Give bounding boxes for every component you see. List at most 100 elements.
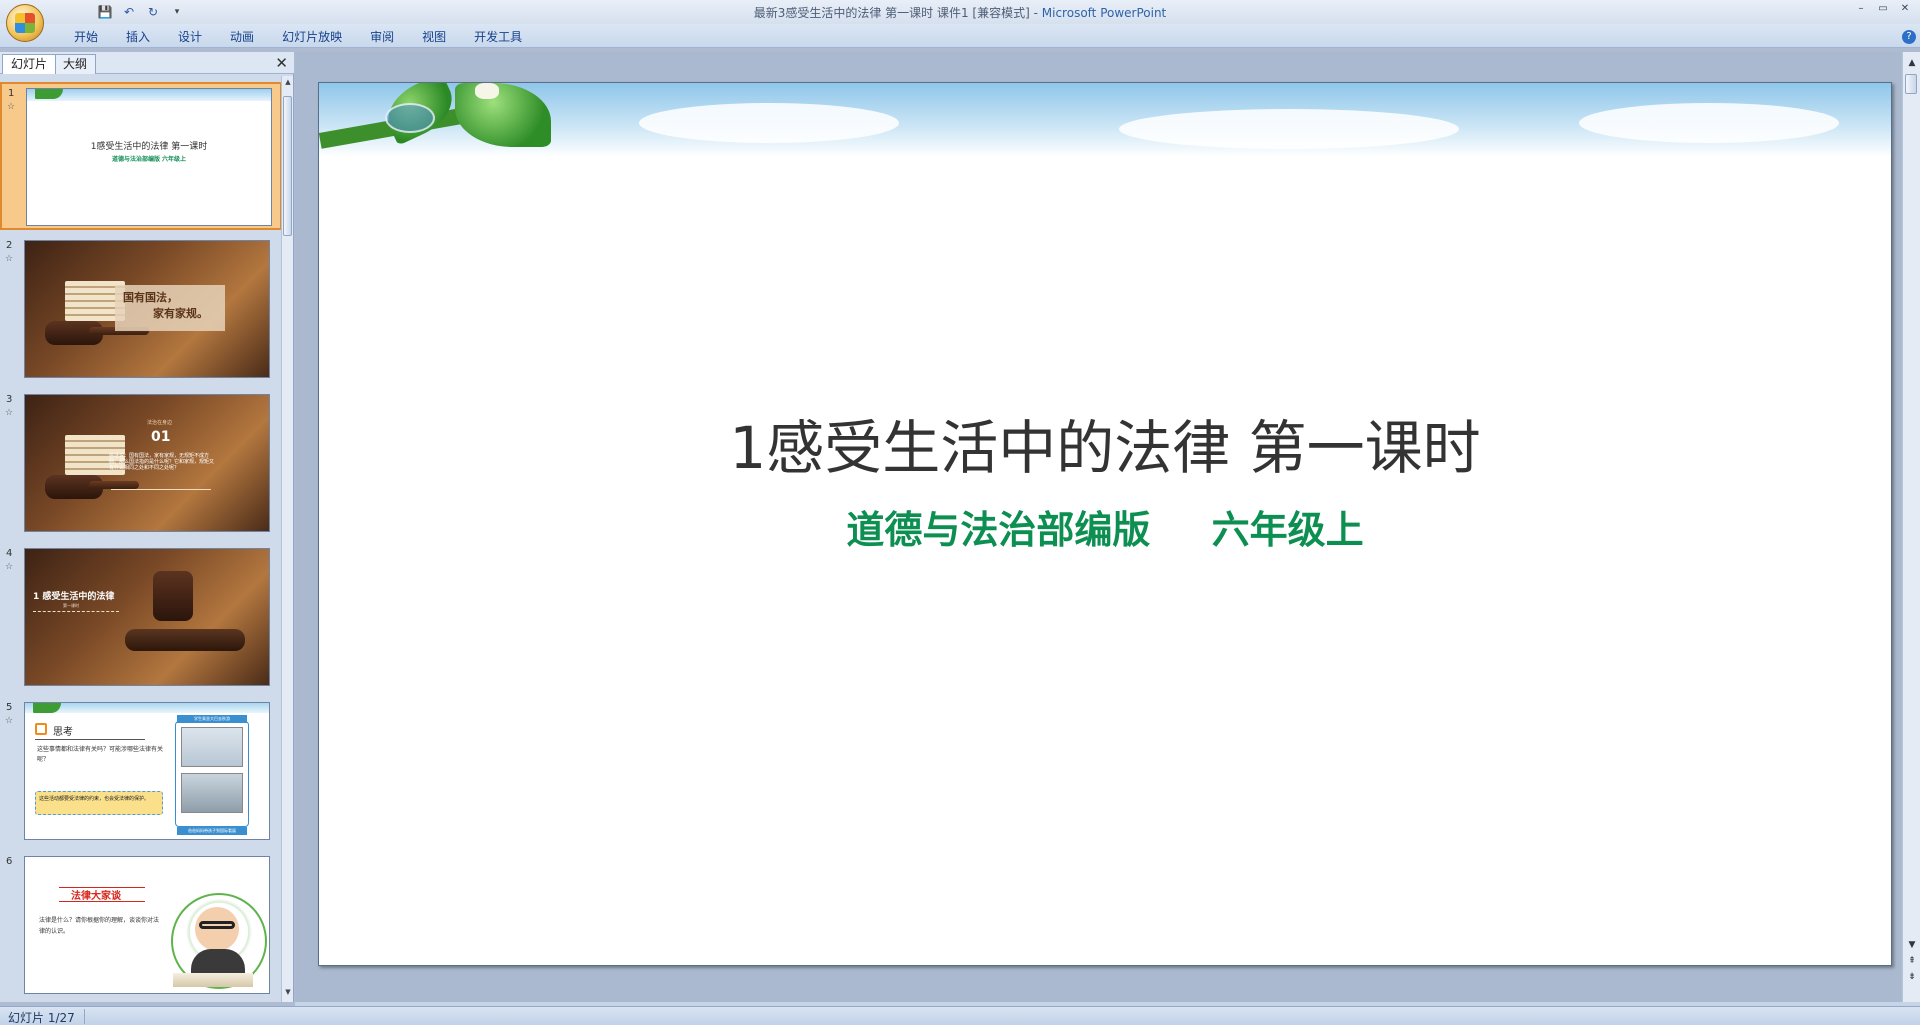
subtitle-grade: 六年级上 (1211, 508, 1364, 552)
glasses-image (199, 921, 235, 929)
document-title: 最新3感受生活中的法律 第一课时 课件1 [兼容模式] (753, 6, 1030, 20)
thumbnail-title: 1感受生活中的法律 第一课时 (90, 142, 208, 152)
slide-canvas[interactable]: 1感受生活中的法律 第一课时 道德与法治部编版 六年级上 (318, 82, 1892, 966)
tab-review[interactable]: 审阅 (356, 28, 408, 46)
app-name: Microsoft PowerPoint (1041, 6, 1167, 20)
title-bar: 💾 ↶ ↻ ▾ 最新3感受生活中的法律 第一课时 课件1 [兼容模式] - Mi… (0, 0, 1920, 24)
restore-button[interactable]: ▭ (1874, 2, 1892, 16)
close-button[interactable]: ✕ (1896, 2, 1914, 16)
window-title: 最新3感受生活中的法律 第一课时 课件1 [兼容模式] - Microsoft … (753, 6, 1167, 20)
close-pane-icon[interactable]: ✕ (275, 54, 288, 72)
divider (111, 489, 211, 490)
thumbnail-title: 思考 (53, 727, 73, 738)
transition-icon: ☆ (5, 408, 14, 418)
divider (35, 739, 145, 740)
transition-icon: ☆ (5, 254, 14, 264)
slide-thumbnail[interactable]: 国有国法， 家有家规。 (24, 240, 270, 378)
slide-thumbnail[interactable]: 思考 这些事情都和法律有关吗？可能涉哪些法律有关呢？ 这些活动都要受法律的约束，… (24, 702, 270, 840)
thumbnail-subtitle: 道德与法治部编版 六年级上 (111, 156, 187, 163)
thumbnail-scrollbar[interactable]: ▲ ▼ (281, 76, 293, 1002)
thumbnail-body: 俗话说：国有国法，家有家规，无规矩不成方圆。那么国法指的是什么呢？它和家规，规矩… (109, 453, 215, 471)
ribbon-tabs: 开始 插入 设计 动画 幻灯片放映 审阅 视图 开发工具 (60, 28, 536, 46)
thumbnail-row-6[interactable]: 6 法律大家谈 法律是什么？请你根据你的理解，谈谈你对法律的认识。 (0, 852, 282, 1000)
tab-developer[interactable]: 开发工具 (460, 28, 536, 46)
thumbnail-row-1[interactable]: 1 ☆ 1感受生活中的法律 第一课时 道德与法治部编版 六年级上 (0, 82, 282, 230)
bus-trip-image (181, 727, 243, 767)
thumbnail-number: 4 (6, 548, 13, 559)
slide-scrollbar[interactable]: ▲ ▼ ⇞ ⇟ (1902, 52, 1920, 1002)
tab-view[interactable]: 视图 (408, 28, 460, 46)
thumbnail-row-2[interactable]: 2 ☆ 国有国法， 家有家规。 (0, 236, 282, 384)
sky-header (27, 89, 271, 101)
thumbnail-number: 3 (6, 394, 13, 405)
office-logo-icon (15, 13, 35, 33)
water-drop-decoration (385, 103, 435, 133)
thumbnail-row-3[interactable]: 3 ☆ 法治在身边 01 俗话说：国有国法，家有家规，无规矩不成方圆。那么国法指… (0, 390, 282, 538)
butterfly-decoration (475, 83, 499, 99)
tab-animations[interactable]: 动画 (216, 28, 268, 46)
slide-title[interactable]: 1感受生活中的法律 第一课时 (319, 401, 1891, 485)
status-bar: 幻灯片 1/27 (0, 1006, 1920, 1025)
minimize-button[interactable]: – (1852, 2, 1870, 16)
previous-slide-icon[interactable]: ⇞ (1906, 954, 1918, 968)
thumbnail-question: 这些事情都和法律有关吗？可能涉哪些法律有关呢？ (37, 746, 164, 763)
thumbnail-number: 2 (6, 240, 13, 251)
status-separator (84, 1009, 85, 1024)
transition-icon: ☆ (5, 716, 14, 726)
divider (33, 611, 119, 612)
next-slide-icon[interactable]: ⇟ (1906, 970, 1918, 984)
edit-icon (35, 723, 47, 735)
gavel-base (125, 629, 245, 651)
slide-subtitle[interactable]: 道德与法治部编版 六年级上 (319, 499, 1891, 554)
cloud-decoration (1579, 103, 1839, 143)
thumbnail-title: 法律大家谈 (71, 891, 121, 902)
help-icon[interactable]: ? (1902, 30, 1916, 44)
office-button[interactable] (6, 4, 44, 42)
slide-thumbnail[interactable]: 法律大家谈 法律是什么？请你根据你的理解，谈谈你对法律的认识。 (24, 856, 270, 994)
sky-header (25, 703, 269, 713)
scrollbar-thumb[interactable] (283, 96, 292, 236)
thumbnail-title: 1 感受生活中的法律 (33, 592, 115, 602)
subtitle-subject: 道德与法治部编版 (846, 508, 1151, 552)
scroll-down-icon[interactable]: ▼ (1906, 938, 1918, 952)
slide-thumbnail[interactable]: 1感受生活中的法律 第一课时 道德与法治部编版 六年级上 (26, 88, 272, 226)
scroll-up-icon[interactable]: ▲ (1906, 56, 1918, 70)
thumbnail-row-5[interactable]: 5 ☆ 思考 这些事情都和法律有关吗？可能涉哪些法律有关呢？ 这些活动都要受法律… (0, 698, 282, 846)
book-image (173, 973, 253, 987)
picture-caption-2: 爸爸妈妈带孩子到国际看展 (177, 827, 247, 835)
thumbnail-list: 1 ☆ 1感受生活中的法律 第一课时 道德与法治部编版 六年级上 2 ☆ 国有国… (0, 80, 282, 1000)
transition-icon: ☆ (7, 102, 16, 112)
transition-icon: ☆ (5, 562, 14, 572)
cloud-decoration (639, 103, 899, 143)
tab-home[interactable]: 开始 (60, 28, 112, 46)
exhibition-image (181, 773, 243, 813)
thumbnail-section-label: 法治在身边 (147, 420, 173, 426)
thumbnail-body: 法律是什么？请你根据你的理解，谈谈你对法律的认识。 (39, 917, 160, 935)
tab-slides[interactable]: 幻灯片 (2, 54, 57, 74)
ribbon: 开始 插入 设计 动画 幻灯片放映 审阅 视图 开发工具 ? (0, 24, 1920, 48)
thumbnail-line-1: 国有国法， (123, 291, 178, 304)
picture-caption-1: 学生乘坐大巴去秋游 (177, 715, 247, 723)
thumbnail-number: 1 (8, 88, 15, 99)
tab-outline[interactable]: 大纲 (54, 54, 97, 74)
gavel-handle (89, 481, 139, 489)
scroll-down-icon[interactable]: ▼ (283, 988, 293, 1000)
thumbnail-subtitle: 第一课时 (63, 603, 79, 608)
thumbnail-row-4[interactable]: 4 ☆ 1 感受生活中的法律 第一课时 (0, 544, 282, 692)
thumbnail-number: 6 (6, 856, 13, 867)
slide-counter: 幻灯片 1/27 (8, 1011, 75, 1025)
tab-insert[interactable]: 插入 (112, 28, 164, 46)
child-image (195, 907, 239, 951)
cloud-decoration (1119, 109, 1459, 149)
window-controls: – ▭ ✕ (1852, 2, 1914, 16)
slide-thumbnail[interactable]: 法治在身边 01 俗话说：国有国法，家有家规，无规矩不成方圆。那么国法指的是什么… (24, 394, 270, 532)
scrollbar-thumb[interactable] (1905, 74, 1917, 94)
slides-pane: 幻灯片 大纲 ✕ 1 ☆ 1感受生活中的法律 第一课时 道德与法治部编版 六年级… (0, 52, 294, 1002)
tab-design[interactable]: 设计 (164, 28, 216, 46)
scroll-up-icon[interactable]: ▲ (283, 78, 293, 90)
divider (59, 901, 145, 902)
tab-slide-show[interactable]: 幻灯片放映 (268, 28, 356, 46)
thumbnail-number: 5 (6, 702, 13, 713)
slide-thumbnail[interactable]: 1 感受生活中的法律 第一课时 (24, 548, 270, 686)
gavel-image (153, 571, 193, 621)
